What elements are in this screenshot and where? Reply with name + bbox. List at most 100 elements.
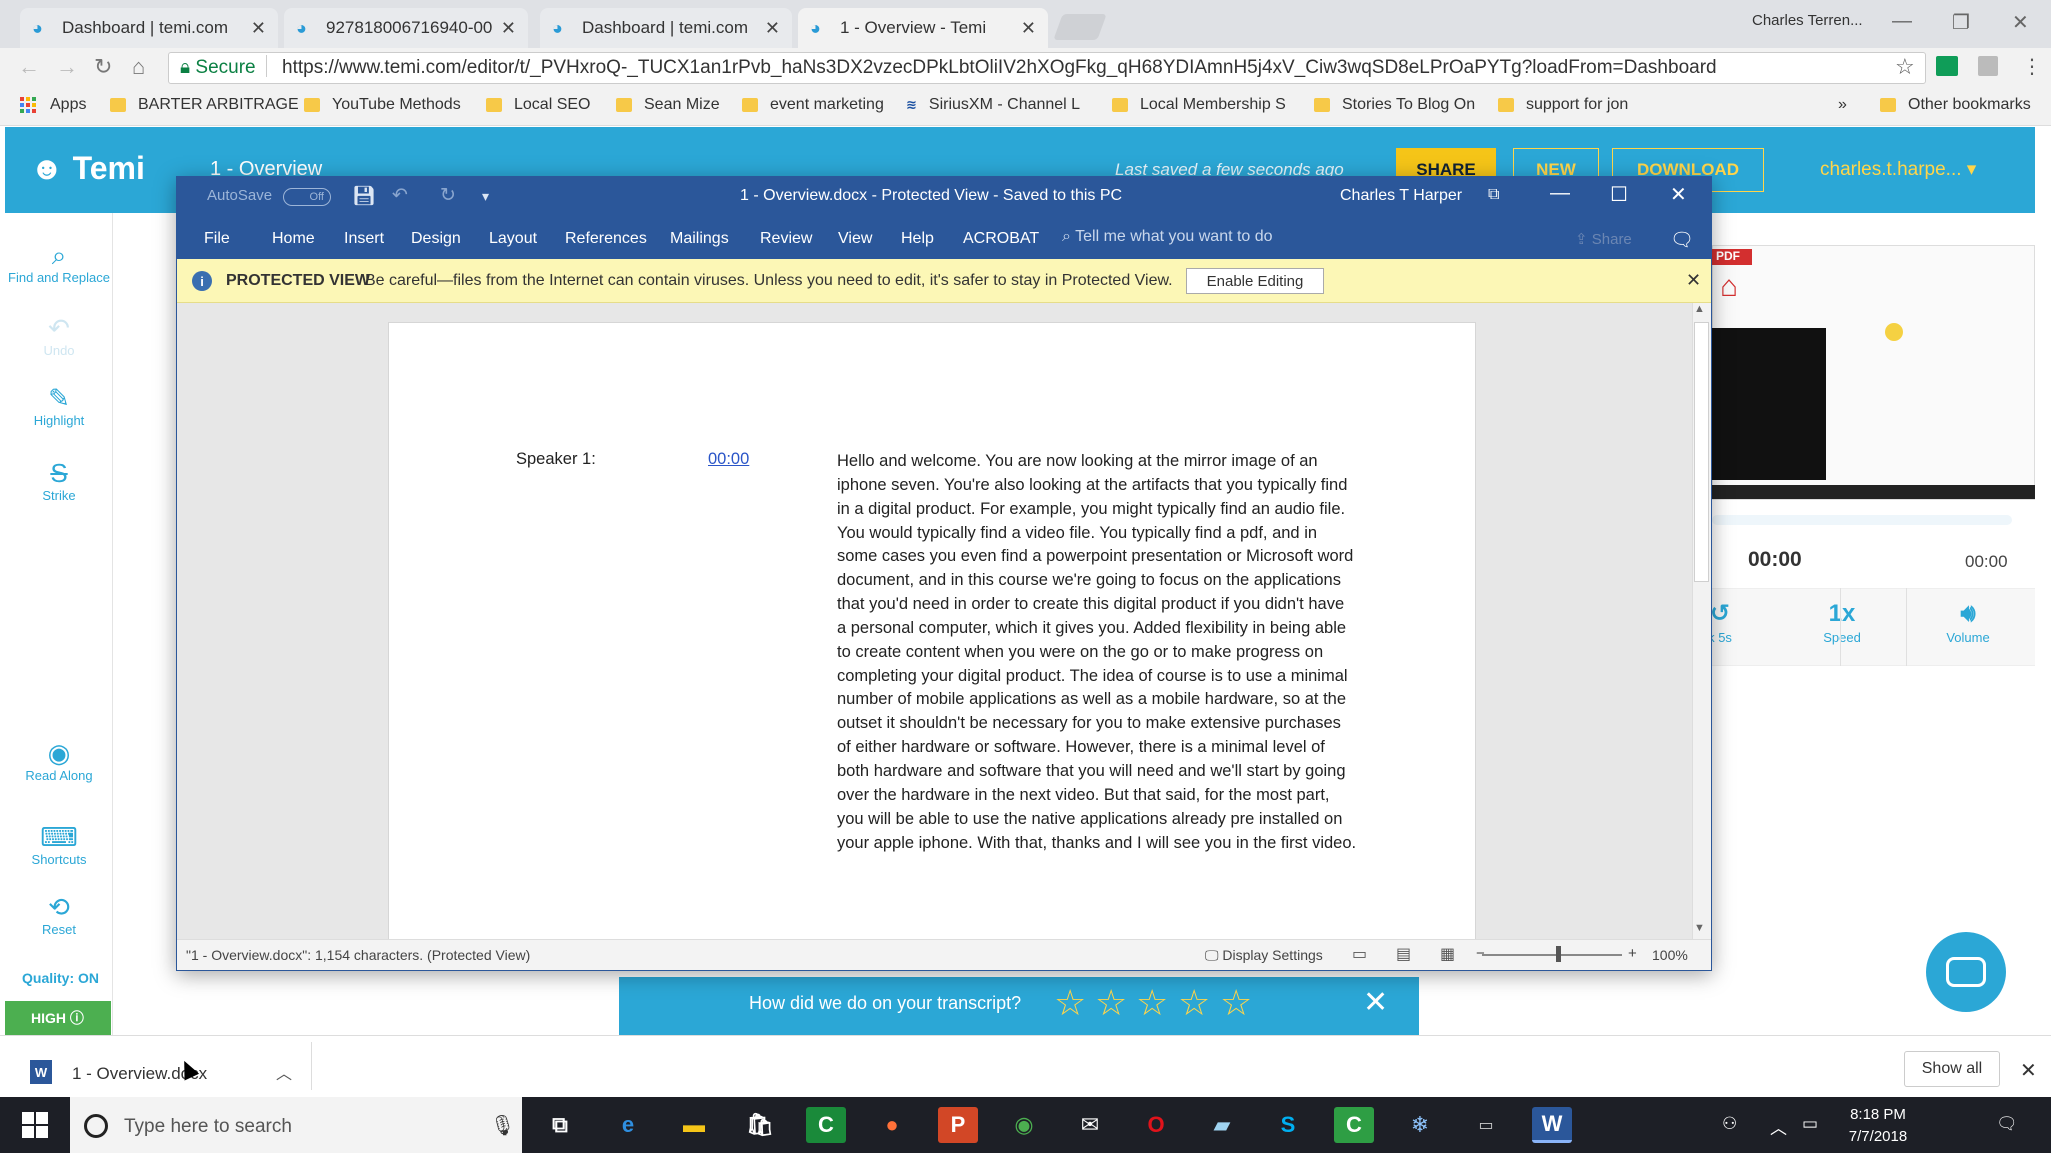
bookmarks-overflow-button[interactable]: » bbox=[1838, 96, 1847, 114]
bookmark-folder[interactable]: support for jon bbox=[1498, 96, 1628, 114]
close-icon[interactable]: ✕ bbox=[1021, 18, 1036, 39]
highlight-tool[interactable]: ✎ Highlight bbox=[5, 383, 113, 428]
zoom-level[interactable]: 100% bbox=[1652, 947, 1688, 963]
chevron-up-icon[interactable]: ︿ bbox=[1770, 1114, 1787, 1139]
autosave-toggle[interactable]: Off bbox=[283, 188, 331, 206]
facebook-extension-icon[interactable] bbox=[1978, 56, 1998, 76]
volume-button[interactable]: 🔊︎ Volume bbox=[1920, 598, 2016, 645]
browser-tab-1[interactable]: ◕ Dashboard | temi.com ✕ bbox=[20, 8, 278, 48]
rating-star-3[interactable]: ☆ bbox=[1136, 982, 1168, 1024]
high-quality-badge[interactable]: HIGH ⓘ bbox=[5, 1001, 111, 1035]
close-window-icon[interactable]: ✕ bbox=[2012, 10, 2029, 35]
skype-icon[interactable]: S bbox=[1268, 1107, 1308, 1143]
firefox-icon[interactable]: ● bbox=[872, 1107, 912, 1143]
user-menu[interactable]: charles.t.harpe... ▾ bbox=[1820, 158, 1976, 181]
quality-status[interactable]: Quality: ON bbox=[22, 970, 99, 986]
word-taskbar-icon[interactable]: W bbox=[1532, 1107, 1572, 1143]
comments-icon[interactable]: 🗨︎ bbox=[1670, 228, 1694, 252]
tab-acrobat[interactable]: ACROBAT bbox=[963, 230, 1039, 248]
minimize-icon[interactable]: — bbox=[1550, 182, 1570, 205]
taskbar-search-placeholder[interactable]: Type here to search bbox=[124, 1116, 292, 1138]
battery-icon[interactable]: ▭ bbox=[1802, 1114, 1818, 1134]
people-icon[interactable]: ⚇ bbox=[1722, 1114, 1737, 1134]
close-icon[interactable]: ✕ bbox=[2020, 1058, 2037, 1083]
extension-icon[interactable] bbox=[1936, 56, 1958, 76]
browser-tab-4-active[interactable]: ◕ 1 - Overview - Temi ✕ bbox=[798, 8, 1048, 48]
tab-file[interactable]: File bbox=[204, 230, 230, 248]
redo-icon[interactable]: ↻ bbox=[440, 184, 456, 207]
scroll-down-icon[interactable]: ▼ bbox=[1694, 922, 1705, 934]
bookmark-star-icon[interactable]: ☆ bbox=[1895, 54, 1915, 80]
word-account[interactable]: Charles T Harper bbox=[1340, 187, 1462, 205]
read-along-tool[interactable]: ◉ Read Along bbox=[5, 738, 113, 783]
bookmark-folder[interactable]: Local Membership S bbox=[1112, 96, 1286, 114]
scroll-up-icon[interactable]: ▲ bbox=[1694, 303, 1705, 315]
close-icon[interactable]: ✕ bbox=[251, 18, 266, 39]
reload-icon[interactable]: ↻ bbox=[94, 54, 112, 80]
store-icon[interactable]: 🛍︎ bbox=[740, 1107, 780, 1143]
strike-tool[interactable]: S Strike bbox=[5, 458, 113, 503]
keyboard-app-icon[interactable]: ▭ bbox=[1466, 1107, 1506, 1143]
bookmark-folder[interactable]: Stories To Blog On bbox=[1314, 96, 1475, 114]
edge-icon[interactable]: e bbox=[608, 1107, 648, 1143]
snowflake-app-icon[interactable]: ❄ bbox=[1400, 1107, 1440, 1143]
menu-icon[interactable]: ⋮ bbox=[2022, 54, 2042, 79]
print-layout-icon[interactable]: ▤ bbox=[1396, 944, 1411, 964]
playback-progress-bar[interactable] bbox=[1712, 515, 2012, 525]
zoom-slider-thumb[interactable] bbox=[1556, 946, 1561, 962]
temi-logo[interactable]: ☻ Temi bbox=[30, 150, 145, 187]
bookmark-folder[interactable]: Local SEO bbox=[486, 96, 590, 114]
bookmark-folder[interactable]: YouTube Methods bbox=[304, 96, 461, 114]
minimize-icon[interactable]: — bbox=[1892, 10, 1912, 33]
url-text[interactable]: https://www.temi.com/editor/t/_PVHxroQ-_… bbox=[282, 57, 1717, 79]
find-and-replace-tool[interactable]: ⌕ Find and Replace bbox=[5, 240, 113, 285]
save-icon[interactable]: 💾︎ bbox=[352, 184, 376, 208]
bookmark-folder[interactable]: Sean Mize bbox=[616, 96, 720, 114]
file-explorer-icon[interactable]: ▬ bbox=[674, 1107, 714, 1143]
action-center-icon[interactable]: 🗨︎ bbox=[1996, 1114, 2018, 1134]
mail-icon[interactable]: ✉ bbox=[1070, 1107, 1110, 1143]
close-icon[interactable]: ✕ bbox=[765, 18, 780, 39]
close-icon[interactable]: ✕ bbox=[1686, 270, 1701, 291]
rating-star-1[interactable]: ☆ bbox=[1054, 982, 1086, 1024]
customize-qat-icon[interactable]: ▾ bbox=[482, 188, 489, 205]
close-icon[interactable]: ✕ bbox=[501, 18, 516, 39]
forward-icon[interactable]: → bbox=[56, 54, 78, 80]
tab-review[interactable]: Review bbox=[760, 230, 812, 248]
tab-view[interactable]: View bbox=[838, 230, 872, 248]
tab-help[interactable]: Help bbox=[901, 230, 934, 248]
enable-editing-button[interactable]: Enable Editing bbox=[1186, 268, 1324, 294]
display-settings-button[interactable]: 🖵︎ Display Settings bbox=[1205, 947, 1323, 964]
rating-star-2[interactable]: ☆ bbox=[1095, 982, 1127, 1024]
close-icon[interactable]: ✕ bbox=[1363, 985, 1388, 1020]
tab-references[interactable]: References bbox=[565, 230, 647, 248]
shortcuts-tool[interactable]: ⌨ Shortcuts bbox=[5, 822, 113, 867]
clock[interactable]: 8:18 PM 7/7/2018 bbox=[1832, 1104, 1924, 1148]
browser-tab-3[interactable]: ◕ Dashboard | temi.com ✕ bbox=[540, 8, 792, 48]
windows-start-icon[interactable] bbox=[22, 1112, 48, 1138]
profile-name[interactable]: Charles Terren... bbox=[1752, 12, 1863, 29]
bookmark-siriusxm[interactable]: ≋ SiriusXM - Channel L bbox=[906, 96, 1080, 114]
reset-tool[interactable]: ⟲ Reset bbox=[5, 892, 113, 937]
ribbon-display-options-icon[interactable]: ⧉ bbox=[1488, 186, 1499, 204]
scrollbar-thumb[interactable] bbox=[1694, 322, 1709, 582]
browser-tab-2[interactable]: ◕ 927818006716940-001 - ✕ bbox=[284, 8, 528, 48]
tab-mailings[interactable]: Mailings bbox=[670, 230, 729, 248]
tab-layout[interactable]: Layout bbox=[489, 230, 537, 248]
word-share-button[interactable]: ⇪ Share bbox=[1575, 230, 1632, 248]
undo-tool[interactable]: ↶ Undo bbox=[5, 313, 113, 358]
opera-icon[interactable]: O bbox=[1136, 1107, 1176, 1143]
restore-icon[interactable]: ❐ bbox=[1952, 10, 1970, 35]
maximize-icon[interactable]: ☐ bbox=[1610, 182, 1628, 207]
transcript-body[interactable]: Hello and welcome. You are now looking a… bbox=[837, 450, 1357, 855]
bookmark-folder[interactable]: BARTER ARBITRAGE bbox=[110, 96, 299, 114]
tab-design[interactable]: Design bbox=[411, 230, 461, 248]
chat-button[interactable] bbox=[1926, 932, 2006, 1012]
secure-indicator[interactable]: 🔒︎ Secure bbox=[180, 57, 256, 79]
tab-insert[interactable]: Insert bbox=[344, 230, 384, 248]
other-bookmarks[interactable]: Other bookmarks bbox=[1880, 96, 2031, 114]
web-layout-icon[interactable]: ▦ bbox=[1440, 944, 1455, 964]
chevron-up-icon[interactable]: ︿ bbox=[276, 1060, 292, 1084]
camtasia-icon[interactable]: C bbox=[806, 1107, 846, 1143]
chrome-icon[interactable]: ◉ bbox=[1004, 1107, 1044, 1143]
